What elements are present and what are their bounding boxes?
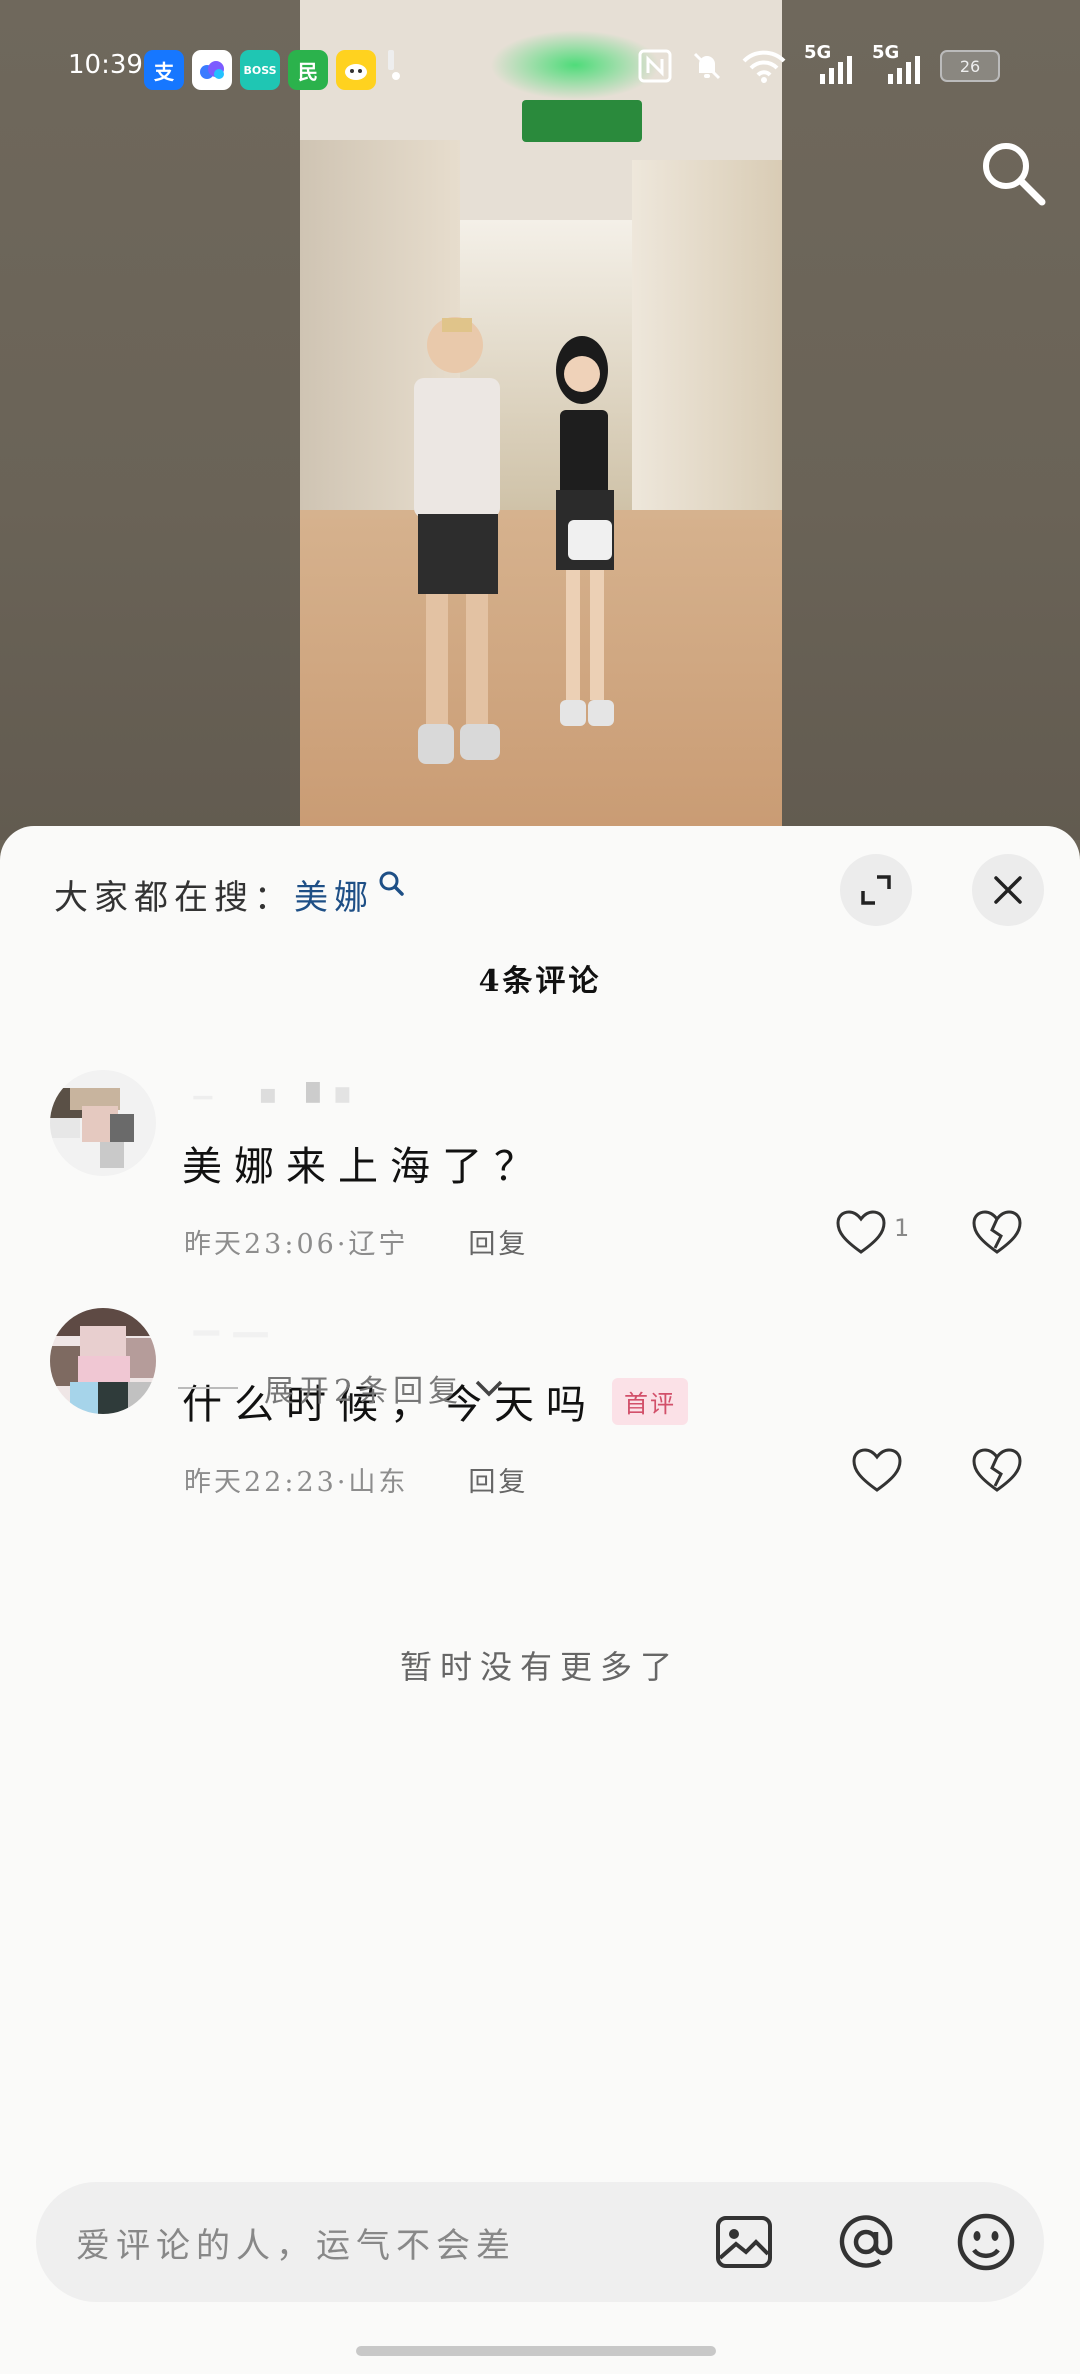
comment-meta: 昨天23:06·辽宁 回复 (184, 1222, 528, 1261)
username-blurred[interactable] (180, 1082, 380, 1108)
image-icon[interactable] (712, 2210, 776, 2274)
wifi-icon (742, 50, 786, 83)
comment-meta: 昨天22:23·山东 回复 (184, 1460, 528, 1499)
signal-2-icon (888, 56, 920, 84)
heart-icon[interactable] (850, 1444, 904, 1498)
chevron-down-icon (475, 1380, 503, 1397)
expand-icon (861, 875, 891, 905)
comment-input-placeholder: 爱评论的人，运气不会差 (76, 2226, 516, 2266)
hot-search-label: 大家都在搜： (54, 878, 294, 918)
comments-sheet: 大家都在搜：美娜 4条评论 美娜来上海了？ 昨天23:06·辽宁 回复 1 什么… (0, 826, 1080, 2374)
broken-heart-icon[interactable] (970, 1206, 1024, 1260)
comment-time: 昨天22:23 (184, 1467, 337, 1498)
mute-icon (693, 52, 721, 80)
reply-button[interactable]: 回复 (468, 1467, 528, 1498)
expand-replies-label: 展开2条回复 (264, 1374, 464, 1409)
no-more-text: 暂时没有更多了 (399, 1648, 680, 1686)
hot-search-icon (379, 871, 404, 896)
hot-search-keyword[interactable]: 美娜 (294, 878, 374, 918)
photo-person-right (556, 336, 614, 726)
expand-replies-button[interactable]: 展开2条回复 (178, 1366, 505, 1410)
avatar[interactable] (50, 1070, 156, 1176)
xianyu-icon (336, 50, 376, 90)
comments-count: 4条评论 (478, 964, 602, 999)
emoji-icon[interactable] (954, 2210, 1018, 2274)
signal-2: 5G (872, 42, 922, 84)
avatar[interactable] (50, 1308, 156, 1414)
cloud-app-icon (192, 50, 232, 90)
username-blurred[interactable] (180, 1320, 380, 1346)
photo-person-left (414, 317, 500, 764)
comment-text: 美娜来上海了？ (182, 1144, 546, 1190)
status-bar: 10:39 支 BOSS 民 5G 5G 26 (0, 0, 1080, 140)
first-comment-badge: 首评 (612, 1377, 688, 1425)
home-indicator[interactable] (356, 2346, 716, 2356)
reply-button[interactable]: 回复 (468, 1229, 528, 1260)
status-app-icons: 支 BOSS 民 (144, 50, 400, 90)
min-app-icon: 民 (288, 50, 328, 90)
signal-1-icon (820, 56, 852, 84)
comment-location: 山东 (348, 1467, 409, 1498)
at-mention-icon[interactable] (834, 2210, 898, 2274)
meta-dot: · (336, 1467, 349, 1498)
notification-dot-icon (384, 50, 400, 80)
photo-floor (300, 510, 782, 840)
boss-zhipin-icon: BOSS (240, 50, 280, 90)
comment-input[interactable]: 爱评论的人，运气不会差 (36, 2182, 1044, 2302)
heart-icon[interactable] (834, 1206, 888, 1260)
broken-heart-icon[interactable] (970, 1444, 1024, 1498)
status-time: 10:39 (68, 50, 143, 80)
signal-1: 5G (804, 42, 854, 84)
expand-button[interactable] (840, 854, 912, 926)
battery-icon: 26 (940, 50, 1000, 82)
status-right: 5G 5G 26 (638, 42, 1000, 84)
comment-location: 辽宁 (348, 1229, 409, 1260)
close-icon (994, 876, 1022, 904)
like-count: 1 (894, 1214, 910, 1242)
search-icon[interactable] (976, 136, 1050, 210)
close-button[interactable] (972, 854, 1044, 926)
alipay-icon: 支 (144, 50, 184, 90)
meta-dot: · (336, 1229, 349, 1260)
hot-search-bar[interactable]: 大家都在搜：美娜 (54, 870, 404, 919)
nfc-icon (638, 49, 672, 83)
comment-time: 昨天23:06 (184, 1229, 337, 1260)
expand-line (178, 1387, 238, 1389)
